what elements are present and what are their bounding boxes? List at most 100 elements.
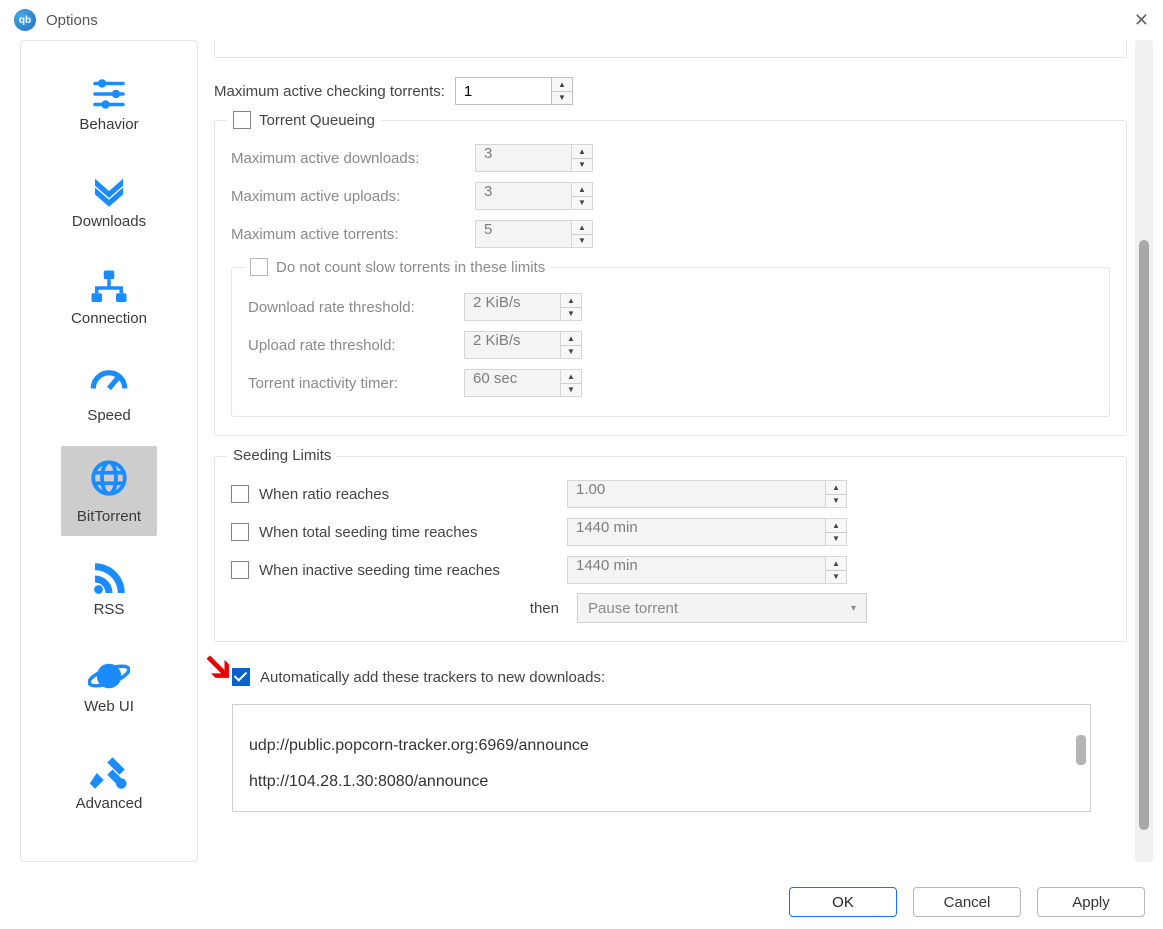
total-seeding-time-checkbox[interactable]	[231, 523, 249, 541]
sidebar-item-label: Behavior	[79, 116, 138, 133]
slow-torrents-label: Do not count slow torrents in these limi…	[276, 259, 545, 276]
rss-icon	[88, 557, 130, 601]
then-label: then	[529, 600, 559, 617]
trackers-text: udp://public.popcorn-tracker.org:6969/an…	[249, 737, 589, 790]
sidebar-item-behavior[interactable]: Behavior	[31, 55, 187, 150]
chevron-down-icon: ▼	[561, 345, 581, 359]
chevron-up-icon: ▲	[572, 183, 592, 196]
sidebar-item-speed[interactable]: Speed	[31, 346, 187, 441]
inactive-seeding-time-label: When inactive seeding time reaches	[259, 562, 557, 579]
main-area: Behavior Downloads Connection Speed	[0, 40, 1163, 862]
chevron-down-icon: ▼	[826, 570, 846, 584]
chevron-down-icon: ▾	[851, 603, 856, 614]
sidebar: Behavior Downloads Connection Speed	[20, 40, 198, 862]
chevron-up-icon: ▲	[826, 519, 846, 532]
ratio-input: 1.00	[567, 480, 825, 508]
max-torrents-label: Maximum active torrents:	[231, 226, 465, 243]
spinner-buttons: ▲▼	[571, 182, 593, 210]
sidebar-item-label: BitTorrent	[77, 508, 141, 525]
inactivity-input: 60 sec	[464, 369, 560, 397]
chevron-up-icon: ▲	[826, 481, 846, 494]
chevrons-down-icon	[88, 169, 130, 213]
sidebar-item-label: Speed	[87, 407, 130, 424]
total-seeding-time-label: When total seeding time reaches	[259, 524, 557, 541]
ratio-checkbox[interactable]	[231, 485, 249, 503]
chevron-down-icon[interactable]: ▼	[552, 91, 572, 105]
gauge-icon	[88, 363, 130, 407]
sidebar-item-label: Web UI	[84, 698, 134, 715]
spinner-buttons: ▲▼	[571, 144, 593, 172]
content-scrollbar[interactable]	[1135, 40, 1153, 862]
spinner-buttons: ▲▼	[560, 331, 582, 359]
sidebar-item-connection[interactable]: Connection	[31, 249, 187, 344]
scrollbar-thumb[interactable]	[1139, 240, 1149, 830]
spinner-buttons: ▲▼	[825, 480, 847, 508]
chevron-down-icon: ▼	[561, 307, 581, 321]
apply-button[interactable]: Apply	[1037, 887, 1145, 917]
chevron-up-icon: ▲	[572, 145, 592, 158]
ok-button[interactable]: OK	[789, 887, 897, 917]
max-active-checking-label: Maximum active checking torrents:	[214, 83, 445, 100]
slow-torrents-checkbox	[250, 258, 268, 276]
max-torrents-input: 5	[475, 220, 571, 248]
seeding-limits-legend: Seeding Limits	[227, 447, 337, 464]
max-uploads-input: 3	[475, 182, 571, 210]
inactive-seeding-time-checkbox[interactable]	[231, 561, 249, 579]
sidebar-item-label: Connection	[71, 310, 147, 327]
inactivity-label: Torrent inactivity timer:	[248, 375, 454, 392]
sliders-icon	[88, 72, 130, 116]
max-downloads-label: Maximum active downloads:	[231, 150, 465, 167]
total-seeding-time-input: 1440 min	[567, 518, 825, 546]
ratio-label: When ratio reaches	[259, 486, 557, 503]
network-icon	[88, 266, 130, 310]
max-uploads-label: Maximum active uploads:	[231, 188, 465, 205]
sidebar-item-label: RSS	[94, 601, 125, 618]
sidebar-item-downloads[interactable]: Downloads	[31, 152, 187, 247]
auto-add-trackers-checkbox[interactable]	[232, 668, 250, 686]
trackers-textarea[interactable]: udp://public.popcorn-tracker.org:6969/an…	[232, 704, 1091, 812]
chevron-up-icon: ▲	[561, 370, 581, 383]
cancel-button[interactable]: Cancel	[913, 887, 1021, 917]
auto-add-trackers-label: Automatically add these trackers to new …	[260, 669, 605, 686]
close-icon[interactable]: ✕	[1134, 10, 1149, 31]
chevron-down-icon: ▼	[561, 383, 581, 397]
sidebar-item-label: Downloads	[72, 213, 146, 230]
slow-torrents-group: Do not count slow torrents in these limi…	[231, 267, 1110, 417]
torrent-queueing-checkbox[interactable]	[233, 111, 251, 129]
sidebar-item-label: Advanced	[76, 795, 143, 812]
spinner-buttons: ▲▼	[825, 556, 847, 584]
then-action-select: Pause torrent ▾	[577, 593, 867, 623]
dialog-buttons: OK Cancel Apply	[789, 887, 1145, 917]
max-active-checking-input[interactable]	[455, 77, 551, 105]
content-panel: Maximum active checking torrents: ▲▼ Tor…	[198, 40, 1135, 862]
chevron-up-icon: ▲	[561, 332, 581, 345]
window-title: Options	[46, 12, 98, 29]
dl-rate-label: Download rate threshold:	[248, 299, 454, 316]
spinner-buttons: ▲▼	[560, 293, 582, 321]
tools-icon	[88, 751, 130, 795]
max-downloads-input: 3	[475, 144, 571, 172]
sidebar-item-bittorrent[interactable]: BitTorrent	[61, 446, 157, 536]
sidebar-item-webui[interactable]: Web UI	[31, 637, 187, 732]
chevron-down-icon: ▼	[572, 234, 592, 248]
ul-rate-input: 2 KiB/s	[464, 331, 560, 359]
spinner-buttons: ▲▼	[825, 518, 847, 546]
title-bar: qb Options ✕	[0, 0, 1163, 40]
chevron-up-icon: ▲	[572, 221, 592, 234]
app-icon: qb	[14, 9, 36, 31]
chevron-down-icon: ▼	[572, 158, 592, 172]
sidebar-item-rss[interactable]: RSS	[31, 540, 187, 635]
chevron-up-icon: ▲	[561, 294, 581, 307]
inactive-seeding-time-input: 1440 min	[567, 556, 825, 584]
chevron-down-icon: ▼	[572, 196, 592, 210]
ul-rate-label: Upload rate threshold:	[248, 337, 454, 354]
spinner-buttons: ▲▼	[560, 369, 582, 397]
chevron-down-icon: ▼	[826, 532, 846, 546]
textarea-scrollbar-thumb[interactable]	[1076, 735, 1086, 765]
globe-icon	[88, 456, 130, 500]
sidebar-item-advanced[interactable]: Advanced	[31, 734, 187, 829]
chevron-up-icon[interactable]: ▲	[552, 78, 572, 91]
spinner-buttons[interactable]: ▲▼	[551, 77, 573, 105]
groupbox-remnant	[214, 40, 1127, 58]
seeding-limits-group: Seeding Limits When ratio reaches 1.00▲▼…	[214, 456, 1127, 642]
